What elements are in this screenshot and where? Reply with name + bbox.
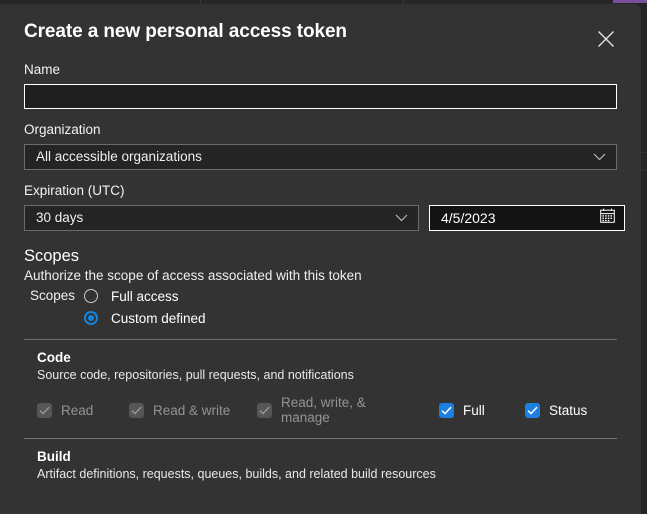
scopes-radio-group: Scopes Full access Custom defined xyxy=(24,285,617,329)
checkbox-label: Read, write, & manage xyxy=(281,395,366,425)
checkbox-label: Read xyxy=(61,402,94,418)
radio-checked-icon xyxy=(84,311,98,325)
checkbox-code-read: Read xyxy=(37,402,129,418)
checkbox-checked-disabled-icon xyxy=(257,402,272,418)
scope-group-title: Build xyxy=(37,449,71,464)
dialog-header: Create a new personal access token xyxy=(0,4,641,62)
checkbox-code-read-write: Read & write xyxy=(129,402,257,418)
organization-select[interactable]: All accessible organizations xyxy=(24,144,617,170)
create-token-dialog: Create a new personal access token Name … xyxy=(0,4,641,514)
checkbox-checked-icon xyxy=(439,402,454,418)
scope-group-code: Code Source code, repositories, pull req… xyxy=(24,340,617,425)
close-icon xyxy=(597,30,615,48)
scopes-radio-label: Full access xyxy=(111,288,179,304)
expiration-date-input[interactable]: 4/5/2023 xyxy=(429,205,625,231)
expiration-label: Expiration (UTC) xyxy=(24,183,125,198)
name-label: Name xyxy=(24,62,61,77)
scope-checkbox-row: Read Read & write Read, write, & manage … xyxy=(37,395,617,425)
page-title: Create a new personal access token xyxy=(24,21,347,42)
organization-label: Organization xyxy=(24,122,101,137)
organization-selected-value: All accessible organizations xyxy=(36,149,202,164)
expiration-date-value: 4/5/2023 xyxy=(441,210,496,226)
chevron-down-icon xyxy=(593,148,606,166)
scope-group-build: Build Artifact definitions, requests, qu… xyxy=(24,439,617,482)
close-button[interactable] xyxy=(592,25,620,53)
name-input[interactable] xyxy=(24,84,617,109)
checkbox-code-read-write-manage: Read, write, & manage xyxy=(257,395,439,425)
scope-group-title: Code xyxy=(37,350,71,365)
scopes-radio-label: Custom defined xyxy=(111,310,206,326)
dialog-body: Name Organization All accessible organiz… xyxy=(0,62,641,482)
expiration-duration-select[interactable]: 30 days xyxy=(24,205,419,231)
scopes-radio-full-access[interactable]: Full access xyxy=(84,285,617,307)
scopes-radio-custom-defined[interactable]: Custom defined xyxy=(84,307,617,329)
scope-group-description: Source code, repositories, pull requests… xyxy=(37,368,354,382)
checkbox-checked-disabled-icon xyxy=(129,402,144,418)
checkbox-label: Full xyxy=(463,402,485,418)
checkbox-code-status[interactable]: Status xyxy=(525,402,588,418)
radio-unchecked-icon xyxy=(84,289,98,303)
expiration-row: 30 days 4/5/2023 xyxy=(24,205,625,231)
scope-group-description: Artifact definitions, requests, queues, … xyxy=(37,467,436,481)
checkbox-label: Read & write xyxy=(153,402,231,418)
expiration-duration-value: 30 days xyxy=(36,210,84,225)
checkbox-checked-disabled-icon xyxy=(37,402,52,418)
checkbox-code-full[interactable]: Full xyxy=(439,402,525,418)
checkbox-checked-icon xyxy=(525,402,540,418)
calendar-icon[interactable] xyxy=(600,208,615,228)
scopes-radio-legend: Scopes xyxy=(30,288,76,303)
checkbox-label: Status xyxy=(549,402,588,418)
chevron-down-icon xyxy=(395,209,408,227)
purple-accent-bar xyxy=(613,0,647,3)
scopes-description: Authorize the scope of access associated… xyxy=(24,268,362,283)
scopes-heading: Scopes xyxy=(24,247,80,265)
